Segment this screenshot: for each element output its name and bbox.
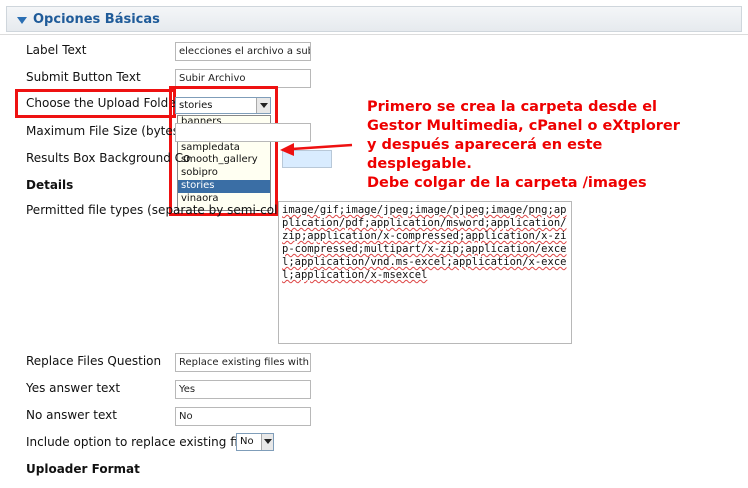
annotation-arrow-icon xyxy=(280,143,353,156)
